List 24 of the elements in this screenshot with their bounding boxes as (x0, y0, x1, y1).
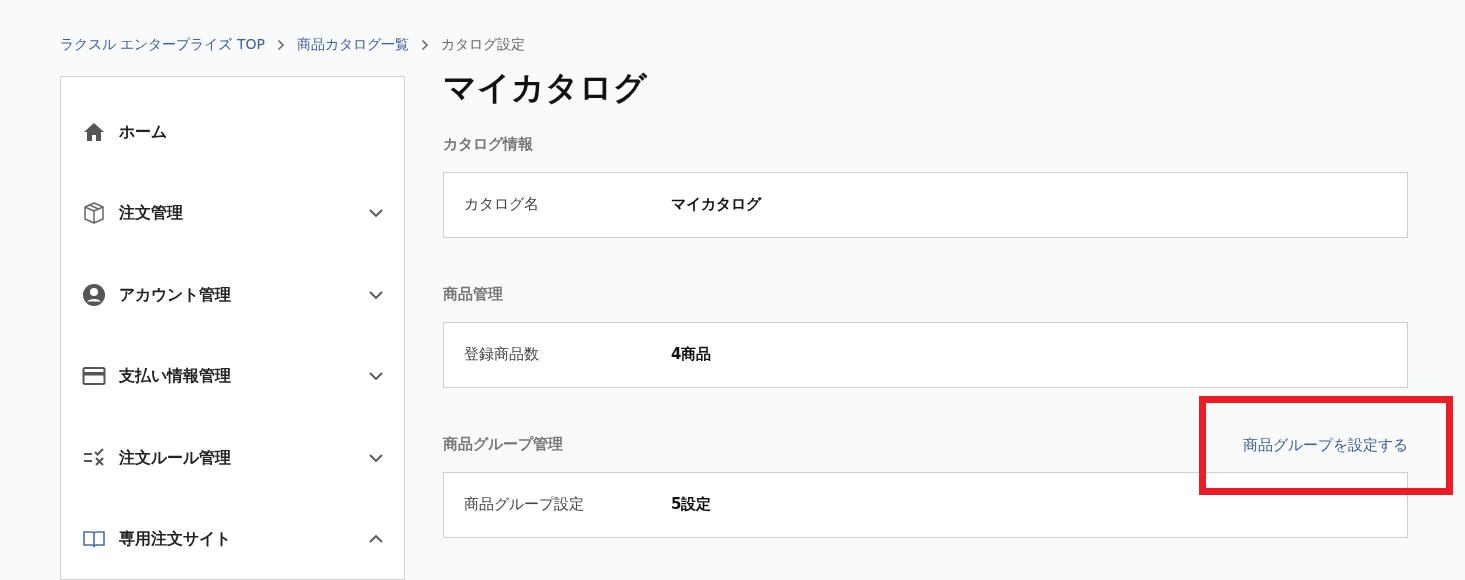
sidebar-item[interactable]: アカウント管理 (61, 254, 404, 336)
field-value: 4商品 (671, 344, 712, 366)
sidebar-item[interactable]: ホーム (61, 91, 404, 173)
sidebar-item[interactable]: 注文管理 (61, 172, 404, 254)
user-icon (82, 282, 106, 307)
chevron-right-icon (276, 39, 285, 51)
breadcrumb-link[interactable]: ラクスル エンタープライズ TOP (60, 34, 265, 55)
set-group-link[interactable]: 商品グループを設定する (1243, 435, 1408, 454)
breadcrumb-link[interactable]: 商品カタログ一覧 (296, 34, 409, 55)
field-label: カタログ名 (464, 194, 540, 216)
breadcrumb-current: カタログ設定 (440, 35, 525, 54)
section-heading: 商品グループ管理 (443, 434, 563, 456)
section-heading: カタログ情報 (443, 134, 533, 156)
chevron-right-icon (420, 39, 429, 51)
page-title: マイカタログ (443, 68, 648, 108)
section-heading: 商品管理 (443, 284, 503, 306)
field-value: マイカタログ (671, 194, 761, 216)
sidebar-item[interactable]: 注文ルール管理 (61, 417, 404, 499)
box-icon (82, 201, 106, 226)
field-value: 5設定 (671, 494, 712, 516)
field-label: 商品グループ設定 (464, 494, 585, 516)
sidebar-item[interactable]: 専用注文サイト (61, 498, 404, 579)
field-label: 登録商品数 (464, 344, 540, 366)
sidebar-item[interactable]: 支払い情報管理 (61, 335, 404, 417)
